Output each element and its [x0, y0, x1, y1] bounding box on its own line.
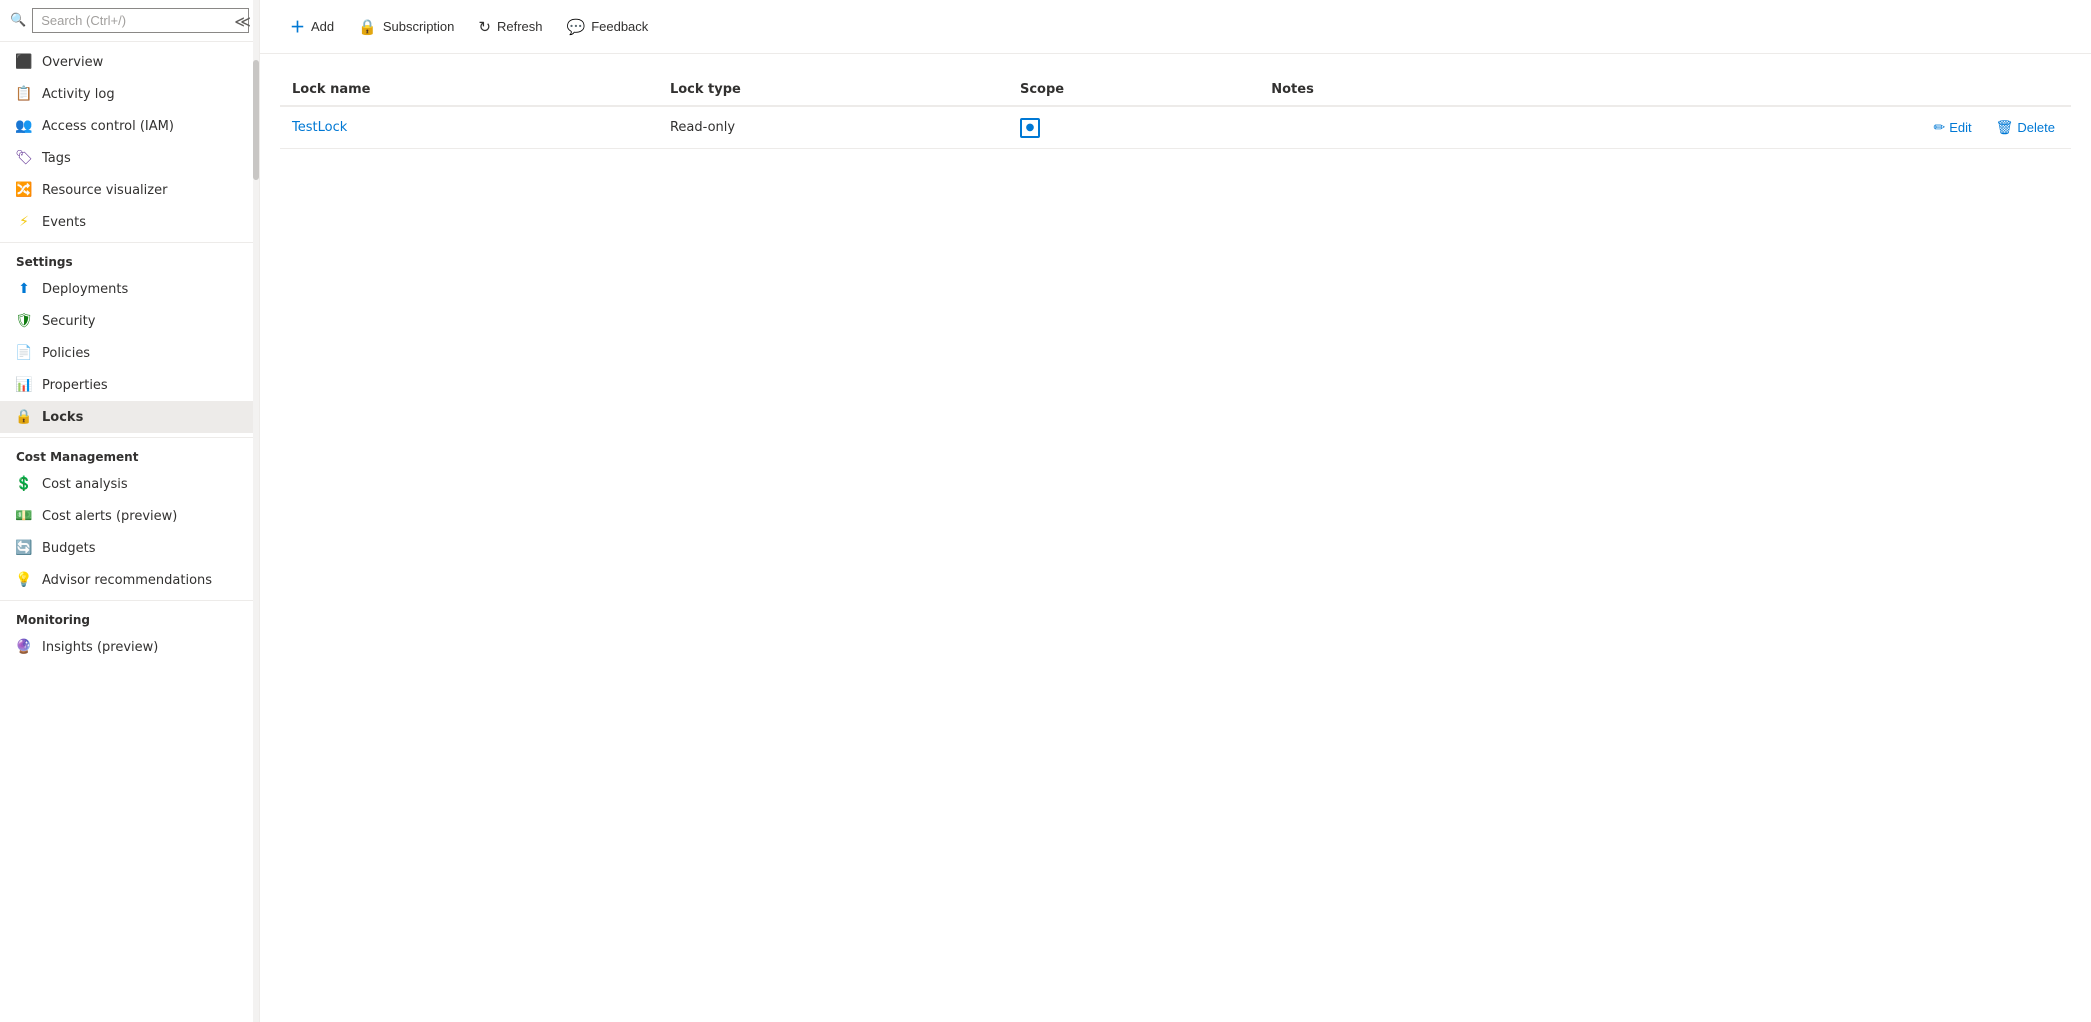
edit-icon: ✏: [1934, 119, 1946, 136]
sidebar-item-events[interactable]: ⚡ Events: [0, 206, 259, 238]
col-lock-name: Lock name: [280, 74, 658, 106]
cost-analysis-icon: 💲: [16, 476, 32, 492]
sidebar-item-label-deployments: Deployments: [42, 282, 128, 297]
sidebar-item-tags[interactable]: 🏷 Tags: [0, 142, 259, 174]
lock-scope-cell: ●: [1008, 106, 1259, 149]
subscription-label: Subscription: [383, 19, 455, 34]
resource-visualizer-icon: 🔀: [16, 182, 32, 198]
sidebar-item-cost-alerts[interactable]: 💵 Cost alerts (preview): [0, 500, 259, 532]
sidebar-item-advisor-recommendations[interactable]: 💡 Advisor recommendations: [0, 564, 259, 596]
refresh-icon: ↻: [478, 18, 491, 36]
col-actions: [1505, 74, 2071, 106]
row-actions: ✏ Edit 🗑 Delete: [1517, 117, 2059, 138]
add-icon: ＋: [290, 16, 305, 37]
lock-notes-cell: [1259, 106, 1505, 149]
sidebar-item-label-activity-log: Activity log: [42, 87, 115, 102]
sidebar-item-budgets[interactable]: 🔄 Budgets: [0, 532, 259, 564]
sidebar-item-label-cost-analysis: Cost analysis: [42, 477, 128, 492]
refresh-label: Refresh: [497, 19, 543, 34]
activity-log-icon: 📋: [16, 86, 32, 102]
deployments-icon: ⬆: [16, 281, 32, 297]
sidebar-item-access-control[interactable]: 👥 Access control (IAM): [0, 110, 259, 142]
subscription-icon: 🔒: [358, 18, 377, 36]
events-icon: ⚡: [16, 214, 32, 230]
delete-lock-button[interactable]: 🗑 Delete: [1992, 117, 2059, 138]
lock-type-cell: Read-only: [658, 106, 1008, 149]
sidebar-item-security[interactable]: 🛡 Security: [0, 305, 259, 337]
sidebar-item-policies[interactable]: 📄 Policies: [0, 337, 259, 369]
table-header-row: Lock name Lock type Scope Notes: [280, 74, 2071, 106]
sidebar-item-deployments[interactable]: ⬆ Deployments: [0, 273, 259, 305]
col-lock-type: Lock type: [658, 74, 1008, 106]
access-control-icon: 👥: [16, 118, 32, 134]
lock-actions-cell: ✏ Edit 🗑 Delete: [1505, 106, 2071, 149]
sidebar-item-overview[interactable]: ⬛ Overview: [0, 46, 259, 78]
cost-alerts-icon: 💵: [16, 508, 32, 524]
sidebar-item-label-policies: Policies: [42, 346, 90, 361]
content-area: Lock name Lock type Scope Notes TestLock…: [260, 54, 2091, 1022]
sidebar-item-label-locks: Locks: [42, 410, 83, 425]
sidebar-item-insights-preview[interactable]: 🔮 Insights (preview): [0, 631, 259, 663]
tags-icon: 🏷: [16, 150, 32, 166]
sidebar-item-label-budgets: Budgets: [42, 541, 96, 556]
sidebar-item-label-cost-alerts: Cost alerts (preview): [42, 509, 177, 524]
search-container: 🔍 ≪: [0, 0, 259, 42]
insights-preview-icon: 🔮: [16, 639, 32, 655]
delete-label: Delete: [2017, 120, 2055, 135]
feedback-label: Feedback: [591, 19, 648, 34]
sidebar-item-label-security: Security: [42, 314, 95, 329]
sidebar-item-locks[interactable]: 🔒 Locks: [0, 401, 259, 433]
section-header-settings: Settings: [0, 242, 259, 273]
edit-label: Edit: [1949, 120, 1971, 135]
sidebar-item-label-properties: Properties: [42, 378, 108, 393]
section-header-cost-management: Cost Management: [0, 437, 259, 468]
delete-icon: 🗑: [1996, 119, 2014, 136]
search-input[interactable]: [32, 8, 249, 33]
toolbar: ＋ Add 🔒 Subscription ↻ Refresh 💬 Feedbac…: [260, 0, 2091, 54]
add-label: Add: [311, 19, 334, 34]
sidebar-item-cost-analysis[interactable]: 💲 Cost analysis: [0, 468, 259, 500]
scrollbar-track: [253, 0, 259, 1022]
add-button[interactable]: ＋ Add: [280, 10, 344, 43]
locks-icon: 🔒: [16, 409, 32, 425]
sidebar-item-label-events: Events: [42, 215, 86, 230]
scope-icon: ●: [1020, 118, 1040, 138]
sidebar-item-label-access-control: Access control (IAM): [42, 119, 174, 134]
advisor-recommendations-icon: 💡: [16, 572, 32, 588]
sidebar-item-label-overview: Overview: [42, 55, 103, 70]
security-icon: 🛡: [16, 313, 32, 329]
properties-icon: 📊: [16, 377, 32, 393]
lock-name-cell: TestLock: [280, 106, 658, 149]
sidebar-item-resource-visualizer[interactable]: 🔀 Resource visualizer: [0, 174, 259, 206]
sidebar-item-activity-log[interactable]: 📋 Activity log: [0, 78, 259, 110]
col-notes: Notes: [1259, 74, 1505, 106]
section-header-monitoring: Monitoring: [0, 600, 259, 631]
sidebar-item-label-insights-preview: Insights (preview): [42, 640, 158, 655]
sidebar-item-label-advisor-recommendations: Advisor recommendations: [42, 573, 212, 588]
edit-lock-button[interactable]: ✏ Edit: [1930, 117, 1976, 138]
sidebar-item-label-tags: Tags: [42, 151, 71, 166]
main-content: ＋ Add 🔒 Subscription ↻ Refresh 💬 Feedbac…: [260, 0, 2091, 1022]
sidebar-item-properties[interactable]: 📊 Properties: [0, 369, 259, 401]
subscription-button[interactable]: 🔒 Subscription: [348, 12, 464, 42]
feedback-icon: 💬: [567, 18, 586, 36]
sidebar-nav: ⬛ Overview 📋 Activity log 👥 Access control (I…: [0, 42, 259, 667]
feedback-button[interactable]: 💬 Feedback: [557, 12, 659, 42]
budgets-icon: 🔄: [16, 540, 32, 556]
overview-icon: ⬛: [16, 54, 32, 70]
col-scope: Scope: [1008, 74, 1259, 106]
table-row: TestLock Read-only ● ✏ Edit 🗑 Delete: [280, 106, 2071, 149]
sidebar-item-label-resource-visualizer: Resource visualizer: [42, 183, 167, 198]
lock-name-link[interactable]: TestLock: [292, 120, 347, 135]
policies-icon: 📄: [16, 345, 32, 361]
refresh-button[interactable]: ↻ Refresh: [468, 12, 552, 42]
search-icon: 🔍: [10, 13, 26, 28]
locks-table: Lock name Lock type Scope Notes TestLock…: [280, 74, 2071, 149]
scrollbar-thumb[interactable]: [253, 60, 259, 180]
sidebar: 🔍 ≪ ⬛ Overview 📋 Activity log 👥 Access contro…: [0, 0, 260, 1022]
